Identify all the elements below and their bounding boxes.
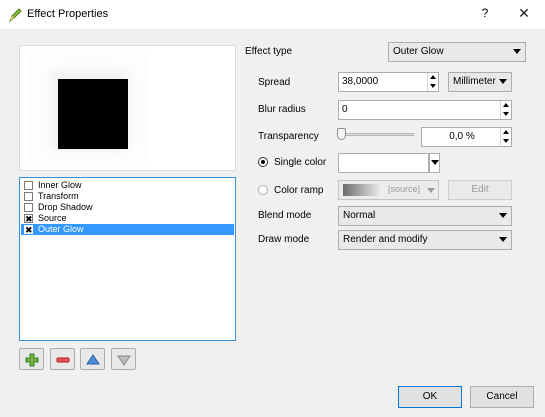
layer-checkbox[interactable]: [24, 181, 33, 190]
single-color-menu-button[interactable]: [429, 153, 440, 173]
blend-mode-select[interactable]: Normal: [338, 206, 512, 226]
help-button[interactable]: ?: [478, 6, 492, 20]
add-effect-icon: [25, 353, 39, 367]
move-up-button[interactable]: [80, 348, 105, 370]
color-ramp-value: [source]: [388, 184, 421, 194]
chevron-down-icon: [513, 49, 521, 54]
move-up-icon: [86, 354, 100, 365]
effect-layer-list[interactable]: Inner Glow Transform Drop Shadow ✖ Sourc…: [19, 177, 236, 341]
effect-type-select[interactable]: Outer Glow: [388, 42, 526, 62]
color-ramp-label: Color ramp: [274, 185, 324, 196]
blend-mode-value: Normal: [343, 210, 376, 221]
blur-radius-input[interactable]: 0: [338, 100, 512, 120]
color-ramp-select[interactable]: [source]: [338, 180, 439, 200]
layer-item-source[interactable]: ✖ Source: [21, 213, 234, 224]
effect-type-label: Effect type: [245, 46, 293, 57]
chevron-down-icon: [499, 237, 507, 242]
layer-checkbox[interactable]: [24, 203, 33, 212]
layer-label: Transform: [38, 191, 79, 201]
color-ramp-gradient: [343, 184, 383, 196]
layer-checkbox-checked[interactable]: ✖: [24, 214, 33, 224]
layer-item-inner-glow[interactable]: Inner Glow: [21, 180, 234, 191]
blur-spinbox-arrows[interactable]: [500, 101, 511, 119]
draw-mode-label: Draw mode: [258, 234, 310, 245]
cancel-button[interactable]: Cancel: [470, 386, 534, 408]
layer-label: Source: [38, 213, 67, 223]
transparency-slider-handle[interactable]: [337, 128, 346, 140]
layer-label: Inner Glow: [38, 180, 82, 190]
spread-value: 38,0000: [342, 76, 379, 87]
remove-effect-icon: [56, 357, 70, 363]
spread-spinbox-arrows[interactable]: [427, 73, 438, 91]
blur-radius-value: 0: [342, 104, 348, 115]
layer-item-drop-shadow[interactable]: Drop Shadow: [21, 202, 234, 213]
add-effect-button[interactable]: [19, 348, 44, 370]
transparency-spinbox-arrows[interactable]: [500, 128, 511, 146]
blur-radius-label: Blur radius: [258, 104, 306, 115]
move-down-button[interactable]: [111, 348, 136, 370]
chevron-down-icon: [427, 188, 435, 193]
preview-symbol: [58, 79, 128, 149]
color-ramp-radio[interactable]: [258, 185, 268, 195]
title-bar: Effect Properties ? ✕: [0, 0, 545, 30]
transparency-slider-track[interactable]: [338, 133, 414, 136]
window-title: Effect Properties: [27, 8, 109, 20]
effect-type-value: Outer Glow: [393, 46, 444, 57]
draw-mode-value: Render and modify: [343, 234, 428, 245]
blend-mode-label: Blend mode: [258, 210, 312, 221]
ok-button[interactable]: OK: [398, 386, 462, 408]
layer-label: Outer Glow: [38, 224, 84, 234]
transparency-value: 0,0 %: [449, 131, 475, 142]
qgis-pencil-icon: [8, 8, 22, 23]
layer-checkbox[interactable]: [24, 192, 33, 201]
chevron-down-icon: [499, 213, 507, 218]
layer-item-outer-glow[interactable]: ✖ Outer Glow: [21, 224, 234, 235]
effect-preview: [19, 45, 236, 171]
transparency-input[interactable]: 0,0 %: [421, 127, 512, 147]
transparency-label: Transparency: [258, 131, 319, 142]
spread-unit-select[interactable]: Millimeter: [448, 72, 512, 92]
single-color-button[interactable]: [338, 153, 429, 173]
draw-mode-select[interactable]: Render and modify: [338, 230, 512, 250]
single-color-label: Single color: [274, 157, 327, 168]
remove-effect-button[interactable]: [50, 348, 75, 370]
spread-input[interactable]: 38,0000: [338, 72, 439, 92]
spread-label: Spread: [258, 77, 291, 88]
move-down-icon: [117, 355, 131, 366]
close-button[interactable]: ✕: [516, 5, 532, 22]
chevron-down-icon: [499, 79, 507, 84]
edit-ramp-button[interactable]: Edit: [448, 180, 512, 200]
single-color-radio[interactable]: [258, 157, 268, 167]
preview-canvas: [28, 52, 148, 167]
layer-label: Drop Shadow: [38, 202, 93, 212]
chevron-down-icon: [431, 160, 439, 165]
layer-item-transform[interactable]: Transform: [21, 191, 234, 202]
layer-checkbox-checked[interactable]: ✖: [24, 225, 33, 235]
spread-unit-value: Millimeter: [453, 76, 496, 87]
